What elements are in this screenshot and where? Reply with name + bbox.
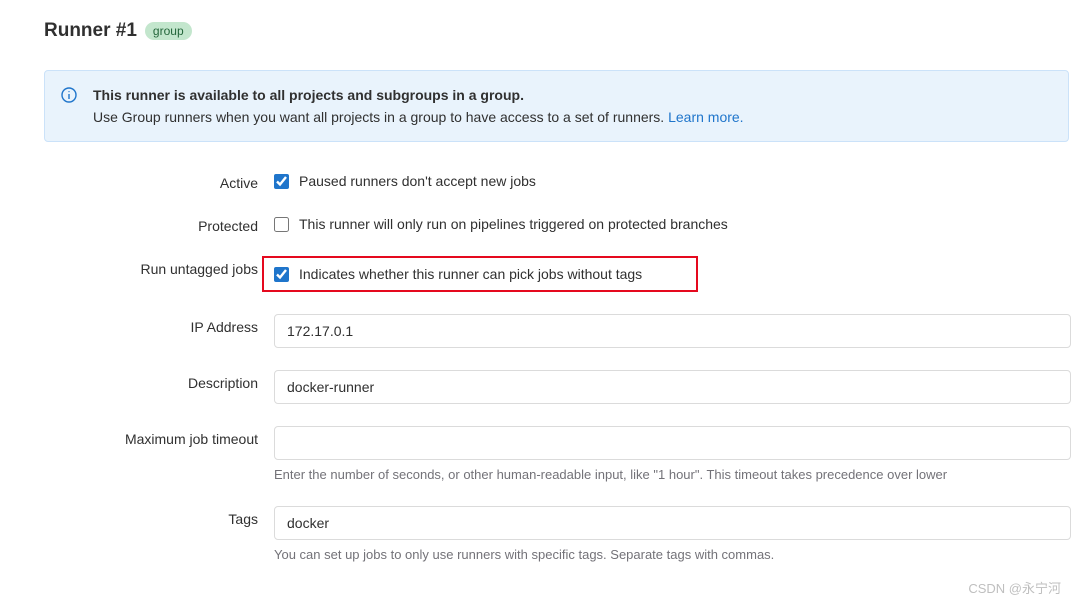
ip-input[interactable] bbox=[274, 314, 1071, 348]
info-icon bbox=[61, 87, 77, 103]
field-description: Description bbox=[44, 370, 1071, 404]
timeout-help: Enter the number of seconds, or other hu… bbox=[274, 466, 1071, 484]
field-active: Active Paused runners don't accept new j… bbox=[44, 170, 1071, 191]
description-input[interactable] bbox=[274, 370, 1071, 404]
label-timeout: Maximum job timeout bbox=[44, 426, 274, 484]
tags-help: You can set up jobs to only use runners … bbox=[274, 546, 1071, 564]
untagged-checkbox[interactable] bbox=[274, 267, 289, 282]
page-header: Runner #1 group bbox=[44, 20, 1071, 42]
page-title: Runner #1 bbox=[44, 20, 137, 42]
banner-title: This runner is available to all projects… bbox=[93, 87, 1052, 103]
info-banner: This runner is available to all projects… bbox=[44, 70, 1069, 142]
protected-checkbox-label: This runner will only run on pipelines t… bbox=[299, 216, 728, 232]
field-untagged: Run untagged jobs Indicates whether this… bbox=[44, 256, 1071, 292]
protected-checkbox[interactable] bbox=[274, 217, 289, 232]
tags-input[interactable] bbox=[274, 506, 1071, 540]
learn-more-link[interactable]: Learn more. bbox=[668, 109, 743, 125]
label-protected: Protected bbox=[44, 213, 274, 234]
field-ip: IP Address bbox=[44, 314, 1071, 348]
untagged-checkbox-label: Indicates whether this runner can pick j… bbox=[299, 266, 642, 282]
active-checkbox-label: Paused runners don't accept new jobs bbox=[299, 173, 536, 189]
label-ip: IP Address bbox=[44, 314, 274, 348]
group-badge: group bbox=[145, 22, 192, 40]
watermark: CSDN @永宁河 bbox=[968, 578, 1061, 597]
timeout-input[interactable] bbox=[274, 426, 1071, 460]
label-untagged: Run untagged jobs bbox=[44, 256, 274, 292]
banner-description: Use Group runners when you want all proj… bbox=[93, 109, 1052, 125]
active-checkbox[interactable] bbox=[274, 174, 289, 189]
label-description: Description bbox=[44, 370, 274, 404]
field-protected: Protected This runner will only run on p… bbox=[44, 213, 1071, 234]
field-tags: Tags You can set up jobs to only use run… bbox=[44, 506, 1071, 564]
field-timeout: Maximum job timeout Enter the number of … bbox=[44, 426, 1071, 484]
highlighted-box: Indicates whether this runner can pick j… bbox=[262, 256, 698, 292]
label-active: Active bbox=[44, 170, 274, 191]
label-tags: Tags bbox=[44, 506, 274, 564]
